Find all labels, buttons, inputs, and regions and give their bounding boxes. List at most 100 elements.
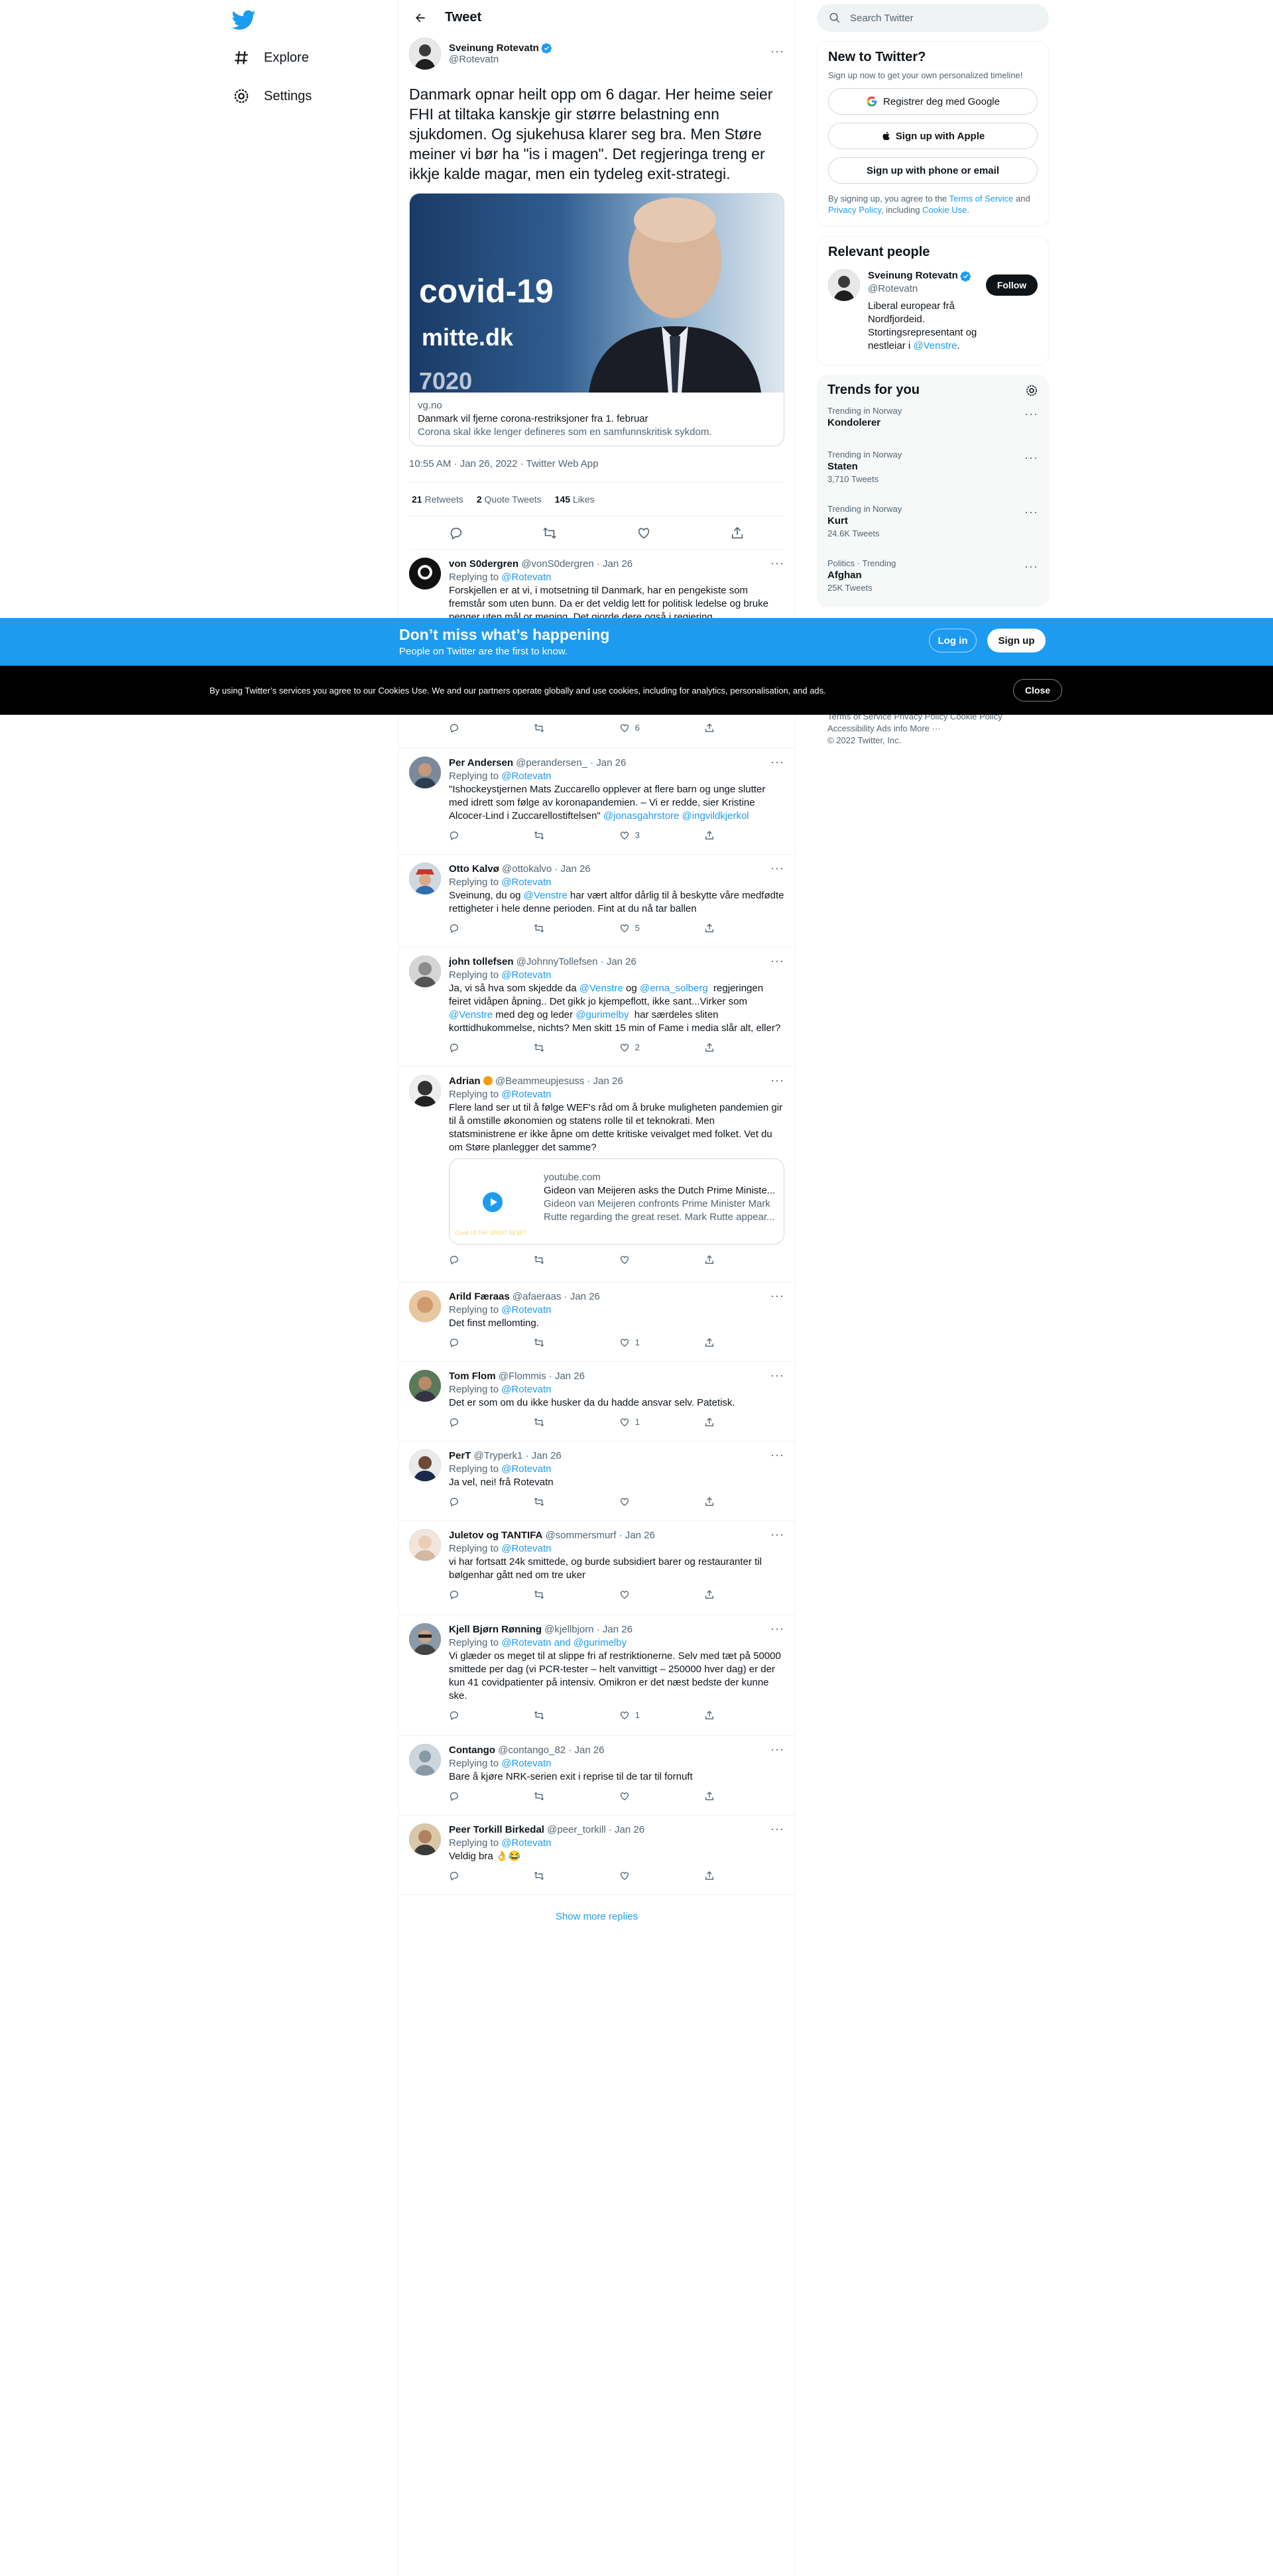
reply-tweet[interactable]: Otto Kalvø @ottokalvo · Jan 26 Replying … (398, 855, 795, 948)
reply-author-name[interactable]: PerT (449, 1450, 471, 1461)
more-options-icon[interactable]: ··· (770, 861, 784, 875)
reply-author-name[interactable]: john tollefsen (449, 956, 514, 967)
reply-icon[interactable] (449, 1710, 475, 1721)
cookie-close-button[interactable]: Close (1013, 679, 1062, 702)
like-icon[interactable] (633, 522, 655, 544)
author-avatar[interactable] (409, 38, 441, 70)
reply-handle[interactable]: @perandersen_ (516, 757, 587, 768)
nav-explore[interactable]: Explore (232, 41, 309, 74)
retweet-icon[interactable] (534, 1710, 560, 1721)
reply-handle[interactable]: @Tryperk1 (474, 1450, 523, 1461)
like-icon[interactable]: 5 (619, 922, 646, 935)
terms-link[interactable]: Terms of Service (949, 194, 1014, 204)
like-icon[interactable] (619, 1497, 646, 1507)
reply-avatar[interactable] (409, 1744, 441, 1776)
share-icon[interactable] (704, 1255, 731, 1265)
relevant-person-name[interactable]: Sveinung Rotevatn (868, 269, 958, 282)
reply-icon[interactable] (449, 923, 475, 934)
replying-to-mention[interactable]: @Rotevatn (501, 1384, 551, 1395)
retweet-icon[interactable] (534, 1871, 560, 1881)
more-options-icon[interactable]: ··· (770, 44, 784, 58)
show-more-replies-button[interactable]: Show more replies (398, 1895, 795, 1937)
reply-author-name[interactable]: Per Andersen (449, 757, 513, 768)
trend-item[interactable]: Trending in Norway Staten 3,710 Tweets ·… (827, 442, 1038, 496)
reply-tweet[interactable]: Per Andersen @perandersen_ · Jan 26 Repl… (398, 749, 795, 855)
more-options-icon[interactable]: ··· (1024, 451, 1038, 465)
reply-date[interactable]: · Jan 26 (526, 1450, 562, 1461)
like-icon[interactable]: 1 (619, 1416, 646, 1429)
reply-avatar[interactable] (409, 1529, 441, 1561)
login-button[interactable]: Log in (929, 629, 977, 652)
reply-author-name[interactable]: Tom Flom (449, 1371, 496, 1382)
reply-icon[interactable] (449, 1337, 475, 1348)
replying-to-mention[interactable]: @Rotevatn and @gurimelby (501, 1637, 627, 1648)
reply-icon[interactable] (449, 1589, 475, 1600)
replying-to-mention[interactable]: @Rotevatn (501, 1837, 551, 1849)
retweet-icon[interactable] (534, 723, 560, 733)
share-icon[interactable] (704, 1337, 731, 1348)
reply-mention[interactable]: @Venstre (579, 983, 623, 994)
search-box[interactable]: Search Twitter (817, 4, 1049, 32)
reply-handle[interactable]: @vonS0dergren (521, 558, 593, 570)
retweet-icon[interactable] (534, 1042, 560, 1053)
replying-to-mention[interactable]: @Rotevatn (501, 969, 551, 981)
reply-tweet[interactable]: Adrian @Beammeupjesuss · Jan 26 Replying… (398, 1067, 795, 1282)
reply-icon[interactable] (449, 1255, 475, 1265)
more-options-icon[interactable]: ··· (770, 1528, 784, 1542)
reply-author-name[interactable]: von S0dergren (449, 558, 518, 570)
relevant-person[interactable]: Sveinung Rotevatn @Rotevatn Liberal euro… (828, 269, 1038, 353)
retweet-icon[interactable] (534, 1337, 560, 1348)
more-options-icon[interactable]: ··· (770, 1622, 784, 1636)
back-arrow-icon[interactable] (409, 7, 432, 29)
replying-to-mention[interactable]: @Rotevatn (501, 770, 551, 782)
like-icon[interactable] (619, 1871, 646, 1881)
replying-to-mention[interactable]: @Rotevatn (501, 572, 551, 583)
reply-avatar[interactable] (409, 1290, 441, 1322)
gear-icon[interactable] (1025, 384, 1038, 397)
reply-mention[interactable]: @Venstre (449, 1009, 493, 1020)
retweet-icon[interactable] (534, 1589, 560, 1600)
reply-tweet[interactable]: Tom Flom @Flommis · Jan 26 Replying to @… (398, 1362, 795, 1441)
share-icon[interactable] (704, 1417, 731, 1428)
reply-tweet[interactable]: john tollefsen @JohnnyTollefsen · Jan 26… (398, 948, 795, 1067)
share-icon[interactable] (704, 830, 731, 841)
reply-date[interactable]: · Jan 26 (609, 1824, 644, 1835)
reply-mentions[interactable]: @jonasgahrstore @ingvildkjerkol (603, 810, 749, 822)
like-icon[interactable] (619, 1589, 646, 1600)
google-signup-button[interactable]: Registrer deg med Google (828, 88, 1038, 115)
more-options-icon[interactable]: ··· (1024, 505, 1038, 519)
share-icon[interactable] (704, 1871, 731, 1881)
more-options-icon[interactable]: ··· (1024, 407, 1038, 421)
reply-author-name[interactable]: Contango (449, 1745, 495, 1756)
reply-handle[interactable]: @peer_torkill (547, 1824, 606, 1835)
reply-avatar[interactable] (409, 1623, 441, 1655)
replying-to-mention[interactable]: @Rotevatn (501, 877, 551, 888)
privacy-link[interactable]: Privacy Policy (828, 205, 881, 215)
share-icon[interactable] (704, 1791, 731, 1802)
share-icon[interactable] (704, 1710, 731, 1721)
footer-links-2[interactable]: Accessibility Ads info More ··· (827, 723, 1002, 735)
author-handle[interactable]: @Rotevatn (449, 54, 552, 65)
reply-author-name[interactable]: Arild Færaas (449, 1291, 510, 1302)
reply-icon[interactable] (449, 1791, 475, 1802)
youtube-link-card[interactable]: Covid-19 THE GREAT RESET youtube.com Gid… (449, 1158, 784, 1245)
like-icon[interactable]: 1 (619, 1709, 646, 1722)
reply-author-name[interactable]: Otto Kalvø (449, 863, 499, 875)
reply-handle[interactable]: @sommersmurf (546, 1530, 617, 1541)
nav-settings[interactable]: Settings (232, 80, 312, 113)
share-icon[interactable] (704, 1497, 731, 1507)
reply-tweet[interactable]: Peer Torkill Birkedal @peer_torkill · Ja… (398, 1815, 795, 1895)
play-icon[interactable] (481, 1191, 504, 1213)
share-icon[interactable] (704, 1042, 731, 1053)
replying-to-mention[interactable]: @Rotevatn (501, 1089, 551, 1100)
replying-to-mention[interactable]: @Rotevatn (501, 1463, 551, 1475)
like-icon[interactable]: 1 (619, 1336, 646, 1349)
like-icon[interactable]: 3 (619, 829, 646, 842)
apple-signup-button[interactable]: Sign up with Apple (828, 123, 1038, 149)
reply-date[interactable]: · Jan 26 (597, 558, 633, 570)
retweet-icon[interactable] (534, 1255, 560, 1265)
reply-icon[interactable] (449, 1497, 475, 1507)
reply-avatar[interactable] (409, 1449, 441, 1481)
reply-date[interactable]: · Jan 26 (568, 1745, 604, 1756)
retweet-icon[interactable] (534, 1417, 560, 1428)
